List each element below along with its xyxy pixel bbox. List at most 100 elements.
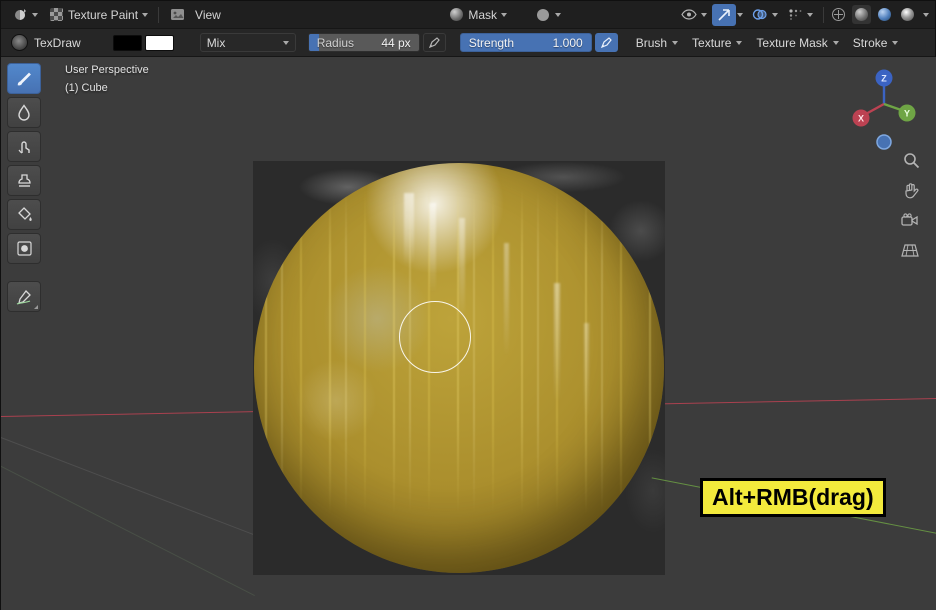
mode-selector[interactable]: Texture Paint [43, 4, 153, 26]
radius-value: 44 px [381, 35, 411, 50]
gizmo-toggle[interactable] [712, 3, 736, 26]
mask-sphere-icon [448, 7, 464, 23]
color-swatches [112, 34, 174, 51]
view-menu[interactable]: View [190, 5, 226, 25]
tool-soften-button[interactable] [7, 97, 41, 128]
radius-slider[interactable]: Radius 44 px [307, 33, 420, 52]
object-name-label: (1) Cube [65, 82, 108, 94]
overlays-toggle[interactable] [747, 4, 771, 26]
texture-slot-icon [535, 7, 551, 23]
tool-smear-button[interactable] [7, 131, 41, 162]
tool-fill-button[interactable] [7, 199, 41, 230]
brush-cursor-circle [399, 301, 471, 373]
secondary-color-swatch[interactable] [144, 34, 174, 51]
chevron-down-icon [501, 12, 507, 17]
gizmo-dropdown-chevron[interactable] [737, 12, 743, 17]
strength-label: Strength [468, 35, 515, 50]
radius-pressure-toggle[interactable] [422, 33, 446, 52]
brush-preview-button[interactable] [7, 31, 32, 54]
viewport-3d[interactable]: User Perspective (1) Cube Alt+RMB(drag) … [1, 57, 936, 610]
tool-mask-button[interactable] [7, 233, 41, 264]
clone-stamp-icon [17, 174, 31, 187]
wireframe-sphere-icon [832, 8, 845, 21]
strength-pressure-toggle[interactable] [594, 33, 618, 52]
stylus-icon [600, 37, 612, 49]
chevron-down-icon [807, 12, 813, 17]
radius-label: Radius [316, 35, 355, 50]
mask-icon [16, 241, 32, 256]
fill-bucket-icon [17, 207, 32, 221]
chevron-down-icon [142, 12, 149, 17]
chevron-down-icon [282, 40, 289, 45]
submenu-indicator [34, 305, 38, 309]
zoom-button[interactable] [900, 149, 922, 171]
blend-mode-value: Mix [206, 35, 226, 50]
smear-finger-icon [18, 141, 30, 154]
texture-paint-mode-icon [48, 7, 64, 23]
texture-slot-dropdown[interactable] [530, 4, 566, 26]
painted-sphere-object[interactable] [254, 163, 664, 573]
shading-wireframe-button[interactable] [829, 5, 848, 24]
chevron-down-icon [892, 40, 899, 45]
tool-annotate-button[interactable] [7, 281, 41, 312]
droplet-icon [18, 104, 30, 121]
perspective-grid-icon [901, 243, 919, 257]
draw-brush-icon [17, 72, 31, 85]
mask-dropdown[interactable]: Mask [443, 4, 512, 26]
texture-mask-panel-label: Texture Mask [756, 35, 828, 50]
image-select-button[interactable] [164, 4, 190, 26]
y-axis-label: Y [904, 109, 910, 119]
shading-solid-button[interactable] [852, 5, 871, 24]
falloff-dropdown[interactable] [782, 4, 818, 26]
magnifier-icon [903, 152, 919, 168]
view-menu-label: View [195, 7, 221, 22]
shading-material-button[interactable] [875, 5, 894, 24]
visibility-dropdown[interactable] [676, 4, 712, 26]
hint-label: Alt+RMB(drag) [700, 478, 886, 517]
image-icon [169, 7, 185, 23]
shading-dropdown-chevron[interactable] [923, 12, 929, 17]
editor-type-button[interactable] [7, 4, 43, 26]
blend-mode-dropdown[interactable]: Mix [199, 33, 296, 52]
chevron-down-icon [672, 40, 679, 45]
x-axis-label: X [858, 114, 864, 124]
strength-value: 1.000 [552, 35, 583, 50]
chevron-down-icon [701, 12, 707, 17]
rendered-sphere-icon [901, 8, 914, 21]
overlays-dropdown-chevron[interactable] [772, 12, 778, 17]
mask-label: Mask [468, 7, 497, 22]
select-arrow-icon [716, 7, 732, 23]
grid-line-faint-2 [1, 458, 255, 597]
separator [158, 6, 160, 23]
texture-panel-label: Texture [692, 35, 732, 50]
stroke-panel-dropdown[interactable]: Stroke [849, 33, 903, 53]
shading-mode-group [829, 5, 929, 24]
tool-clone-button[interactable] [7, 165, 41, 196]
mode-label: Texture Paint [68, 7, 139, 22]
viewport-header: Texture Paint View Mask [1, 1, 935, 29]
brush-panel-label: Brush [635, 35, 668, 50]
texture-mask-panel-dropdown[interactable]: Texture Mask [752, 33, 842, 53]
shading-rendered-button[interactable] [898, 5, 917, 24]
chevron-down-icon [32, 12, 38, 17]
minus-z-axis-ball[interactable] [876, 134, 892, 150]
texture-panel-dropdown[interactable]: Texture [688, 33, 746, 53]
tool-draw-button[interactable] [7, 63, 41, 94]
eye-icon [681, 7, 697, 23]
z-axis-label: Z [881, 74, 887, 84]
primary-color-swatch[interactable] [112, 34, 142, 51]
pan-button[interactable] [900, 179, 922, 201]
tool-column [7, 63, 45, 312]
navigation-gizmo[interactable]: Z X Y [849, 63, 919, 159]
brush-panel-dropdown[interactable]: Brush [632, 33, 682, 53]
blender-window: Texture Paint View Mask TexDraw Mix Radi… [0, 0, 936, 610]
ortho-toggle-button[interactable] [899, 239, 921, 261]
strength-slider[interactable]: Strength 1.000 [459, 33, 592, 52]
falloff-dots-icon [787, 7, 803, 23]
camera-icon [901, 212, 918, 226]
brush-preview-icon [11, 34, 28, 51]
grid-line-faint-1 [1, 429, 281, 546]
camera-view-button[interactable] [899, 209, 921, 231]
chevron-down-icon [736, 40, 743, 45]
material-sphere-icon [878, 8, 891, 21]
